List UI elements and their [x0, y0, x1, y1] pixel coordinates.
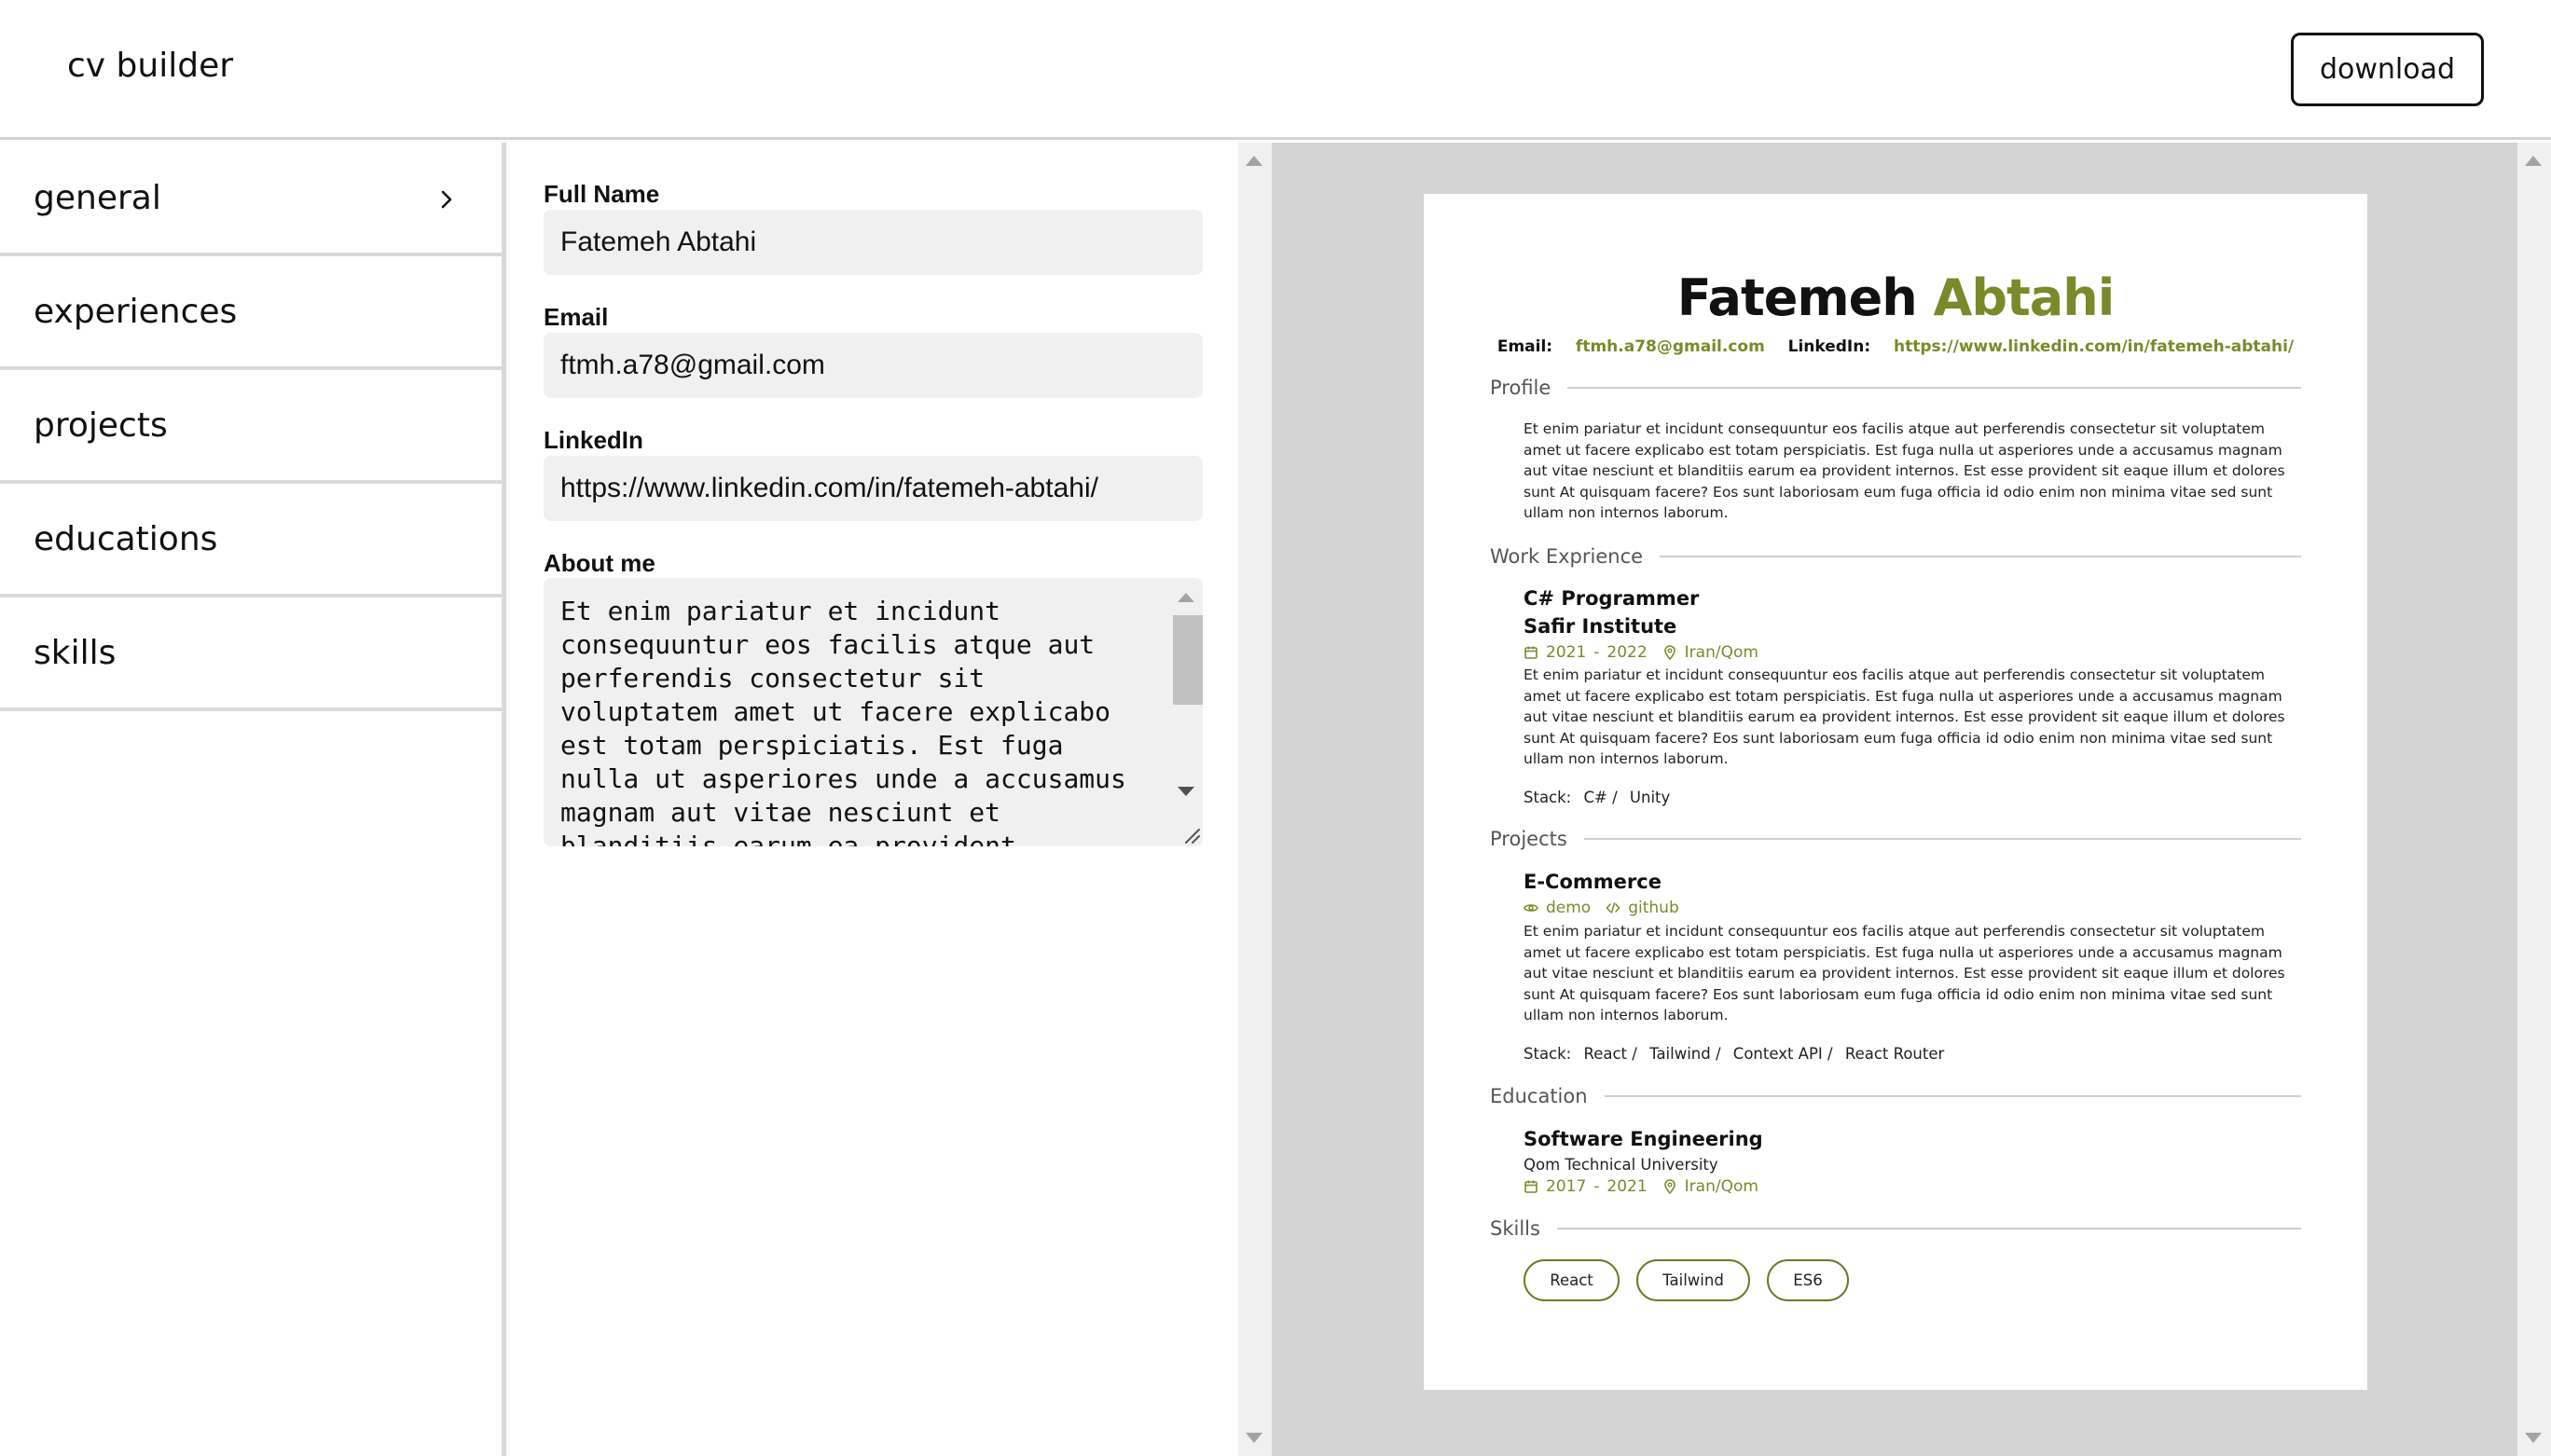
location-pin-icon	[1663, 1179, 1675, 1194]
stack-item: Tailwind /	[1649, 1045, 1721, 1063]
cv-last-name: Abtahi	[1933, 268, 2116, 327]
work-company: Safir Institute	[1524, 615, 1677, 638]
sidebar-item-label: general	[34, 178, 161, 217]
stack-item: Context API /	[1732, 1045, 1833, 1063]
cv-linkedin-link[interactable]: https://www.linkedin.com/in/fatemeh-abta…	[1894, 337, 2294, 356]
stack-item: React Router	[1844, 1045, 1945, 1063]
sidebar-item-label: experiences	[34, 292, 238, 331]
work-start: 2021	[1546, 643, 1587, 662]
chevron-right-icon	[441, 190, 452, 209]
cv-linkedin-label: LinkedIn:	[1787, 337, 1871, 356]
section-title: Profile	[1490, 377, 1551, 399]
about-me-scrollbar[interactable]	[1169, 578, 1203, 846]
linkedin-label: LinkedIn	[544, 426, 643, 454]
stack-item: React /	[1583, 1045, 1637, 1063]
education-date-separator: -	[1593, 1177, 1600, 1196]
education-meta: 2017 - 2021 Iran/Qom	[1524, 1177, 1758, 1196]
work-stack: Stack: C# / Unity	[1524, 789, 1677, 806]
sidebar-item-label: projects	[34, 405, 168, 445]
section-divider	[1583, 838, 2301, 840]
scroll-down-icon[interactable]	[1178, 787, 1194, 796]
full-name-label: Full Name	[544, 180, 660, 208]
skill-pill: React	[1524, 1259, 1620, 1301]
cv-page: Fatemeh Abtahi Email: ftmh.a78@gmail.com…	[1424, 194, 2367, 1390]
section-title: Projects	[1490, 828, 1567, 850]
education-start: 2017	[1546, 1177, 1587, 1196]
project-links: demo github	[1524, 899, 1679, 917]
code-icon	[1606, 902, 1620, 913]
calendar-icon	[1524, 1180, 1537, 1193]
work-job-title: C# Programmer	[1524, 587, 1700, 610]
scroll-down-icon[interactable]	[1246, 1433, 1262, 1443]
sidebar-nav: general experiences projects educations …	[0, 143, 506, 1456]
work-section-heading: Work Exprience	[1490, 543, 2301, 570]
education-degree: Software Engineering	[1524, 1128, 1763, 1150]
sidebar-item-skills[interactable]: skills	[0, 598, 502, 711]
section-title: Work Exprience	[1490, 545, 1644, 568]
skills-section-heading: Skills	[1490, 1215, 2301, 1243]
eye-icon	[1524, 904, 1538, 912]
skill-pill: ES6	[1767, 1259, 1849, 1301]
project-stack: Stack: React / Tailwind / Context API / …	[1524, 1045, 1951, 1063]
download-button[interactable]: download	[2291, 33, 2484, 106]
app-header: cv builder download	[0, 0, 2551, 140]
full-name-input[interactable]	[544, 210, 1203, 275]
scrollbar-thumb[interactable]	[1173, 615, 1203, 705]
sidebar-item-general[interactable]: general	[0, 143, 502, 256]
cv-contact-line: Email: ftmh.a78@gmail.com LinkedIn: http…	[1424, 337, 2367, 356]
work-date-separator: -	[1593, 643, 1600, 662]
app-title: cv builder	[67, 47, 234, 85]
profile-section-heading: Profile	[1490, 374, 2301, 402]
work-end: 2022	[1606, 643, 1648, 662]
cv-name: Fatemeh Abtahi	[1424, 268, 2367, 327]
education-school: Qom Technical University	[1524, 1156, 1718, 1174]
sidebar-item-projects[interactable]: projects	[0, 370, 502, 484]
project-description: Et enim pariatur et incidunt consequuntu…	[1524, 923, 2285, 1024]
scroll-up-icon[interactable]	[1178, 593, 1194, 602]
section-divider	[1556, 1228, 2301, 1229]
project-demo-link[interactable]: demo	[1546, 899, 1591, 917]
section-divider	[1604, 1095, 2301, 1097]
section-title: Education	[1490, 1085, 1588, 1107]
cv-email-label: Email:	[1496, 337, 1553, 356]
scroll-up-icon[interactable]	[1246, 156, 1262, 166]
section-divider	[1660, 556, 2301, 557]
profile-text: Et enim pariatur et incidunt consequuntu…	[1524, 420, 2285, 522]
linkedin-input[interactable]	[544, 456, 1203, 521]
form-scrollbar[interactable]	[1238, 143, 1272, 1456]
sidebar-item-label: educations	[34, 519, 218, 558]
stack-item: Unity	[1629, 789, 1671, 806]
cv-email-link[interactable]: ftmh.a78@gmail.com	[1576, 337, 1765, 356]
section-divider	[1567, 387, 2301, 389]
calendar-icon	[1524, 646, 1537, 659]
about-me-label: About me	[544, 549, 655, 577]
sidebar-item-educations[interactable]: educations	[0, 484, 502, 598]
work-description: Et enim pariatur et incidunt consequuntu…	[1524, 666, 2285, 768]
work-meta: 2021 - 2022 Iran/Qom	[1524, 643, 1758, 662]
skill-pill: Tailwind	[1636, 1259, 1750, 1301]
education-end: 2021	[1606, 1177, 1648, 1196]
education-location: Iran/Qom	[1684, 1177, 1758, 1196]
stack-item: C# /	[1583, 789, 1618, 806]
stack-label: Stack:	[1524, 1045, 1572, 1063]
resize-handle-icon[interactable]	[1180, 824, 1201, 845]
projects-section-heading: Projects	[1490, 825, 2301, 853]
location-pin-icon	[1663, 645, 1675, 660]
scroll-up-icon[interactable]	[2525, 156, 2542, 166]
section-title: Skills	[1490, 1217, 1540, 1240]
email-label: Email	[544, 303, 609, 331]
work-location: Iran/Qom	[1684, 643, 1758, 662]
education-section-heading: Education	[1490, 1082, 2301, 1110]
preview-scrollbar[interactable]	[2517, 143, 2551, 1456]
sidebar-item-experiences[interactable]: experiences	[0, 256, 502, 370]
scroll-down-icon[interactable]	[2525, 1433, 2542, 1443]
email-input[interactable]	[544, 333, 1203, 398]
about-me-text: Et enim pariatur et incidunt consequuntu…	[560, 596, 1126, 846]
about-me-textarea[interactable]: Et enim pariatur et incidunt consequuntu…	[544, 578, 1203, 846]
project-title: E-Commerce	[1524, 871, 1662, 893]
sidebar-item-label: skills	[34, 633, 117, 672]
project-github-link[interactable]: github	[1628, 899, 1679, 917]
stack-label: Stack:	[1524, 789, 1572, 806]
cv-first-name: Fatemeh	[1676, 268, 1918, 327]
